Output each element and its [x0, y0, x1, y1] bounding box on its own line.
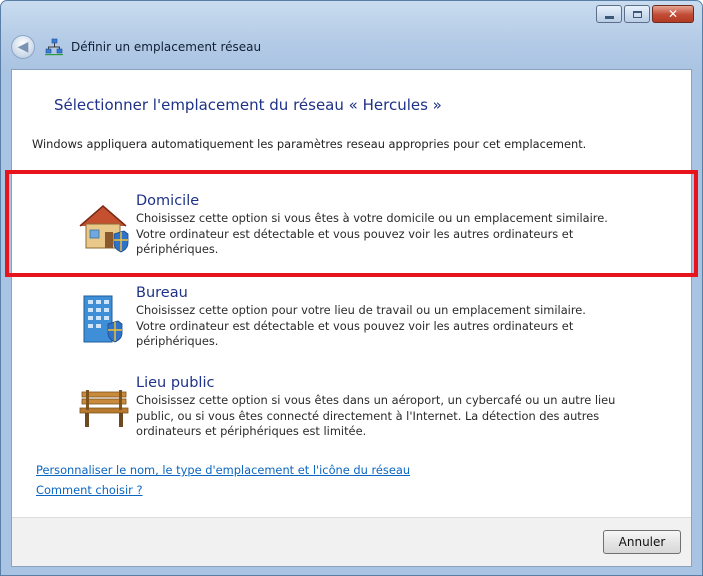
house-icon	[79, 205, 129, 253]
minimize-icon	[597, 6, 621, 22]
network-icon	[45, 38, 63, 56]
network-location-window: ✕ ◀ Définir un emplacement réseau Sélect…	[0, 0, 703, 576]
dialog-footer: Annuler	[12, 517, 691, 566]
close-button[interactable]: ✕	[652, 5, 694, 23]
close-icon: ✕	[667, 7, 679, 21]
option-description: Choisissez cette option si vous êtes à v…	[136, 211, 608, 256]
navigation-bar: ◀ Définir un emplacement réseau	[11, 33, 261, 61]
option-description: Choisissez cette option si vous êtes dan…	[136, 393, 616, 438]
option-public[interactable]: Lieu public Choisissez cette option si v…	[64, 372, 624, 452]
option-work[interactable]: Bureau Choisissez cette option pour votr…	[64, 282, 624, 362]
option-title: Bureau	[136, 285, 188, 301]
minimize-button[interactable]	[596, 5, 622, 23]
window-controls: ✕	[594, 5, 694, 23]
customize-network-link[interactable]: Personnaliser le nom, le type d'emplacem…	[36, 463, 410, 477]
back-button[interactable]: ◀	[11, 35, 35, 59]
content-panel: Sélectionner l'emplacement du réseau « H…	[5, 69, 698, 567]
dialog-title: Définir un emplacement réseau	[71, 40, 262, 54]
title-bar[interactable]: ✕	[1, 1, 702, 29]
back-arrow-icon: ◀	[17, 39, 29, 55]
how-to-choose-link[interactable]: Comment choisir ?	[36, 483, 143, 497]
option-title: Lieu public	[136, 375, 215, 391]
option-home[interactable]: Domicile Choisissez cette option si vous…	[64, 190, 624, 270]
heading-text: Sélectionner l'emplacement du réseau	[54, 96, 349, 114]
option-description: Choisissez cette option pour votre lieu …	[136, 303, 586, 348]
page-description: Windows appliquera automatiquement les p…	[32, 137, 587, 151]
option-title: Domicile	[136, 193, 200, 209]
office-building-icon	[83, 295, 123, 343]
maximize-button[interactable]	[624, 5, 650, 23]
network-name: « Hercules »	[348, 96, 442, 114]
page-heading: Sélectionner l'emplacement du réseau « H…	[54, 96, 442, 114]
cancel-button[interactable]: Annuler	[603, 530, 681, 554]
park-bench-icon	[79, 390, 129, 427]
maximize-icon	[625, 6, 649, 22]
